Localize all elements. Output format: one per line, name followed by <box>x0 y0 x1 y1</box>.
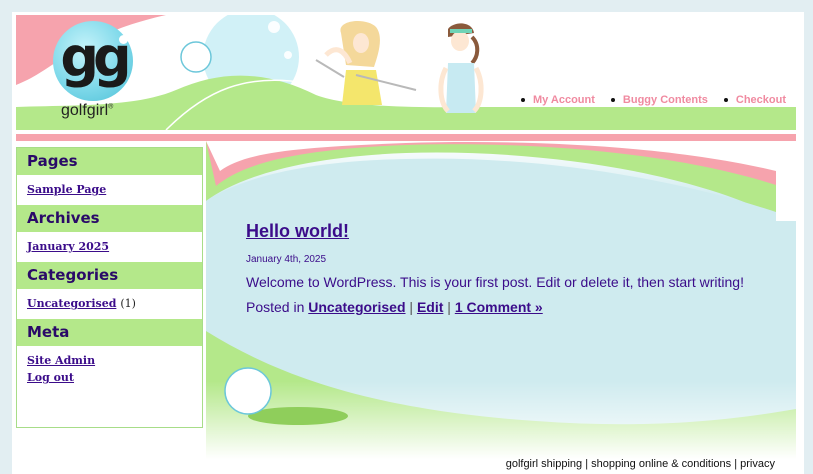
bullet-icon <box>610 98 615 102</box>
logo-wordmark[interactable]: golfgirl® <box>61 102 113 120</box>
meta-separator: | <box>409 299 414 315</box>
logo-wordmark-text: golfgirl <box>61 102 109 119</box>
page: gg golfgirl® My Account Buggy Contents C… <box>12 12 804 474</box>
header-bubble-tiny <box>268 21 280 33</box>
footer-separator: | <box>585 458 589 470</box>
widget-meta: Meta Site Admin Log out <box>17 319 202 393</box>
right-white-column <box>776 141 796 221</box>
widget-body-archives: January 2025 <box>17 232 202 262</box>
widget-body-pages: Sample Page <box>17 175 202 205</box>
log-out-link[interactable]: Log out <box>27 371 192 384</box>
widget-title-pages: Pages <box>17 148 202 175</box>
bullet-icon <box>723 98 728 102</box>
putting-green <box>248 407 348 425</box>
nav-item-checkout: Checkout <box>723 94 786 106</box>
posted-in-label: Posted in <box>246 299 305 315</box>
golfer-illustration-left <box>315 21 417 105</box>
widget-body-categories: Uncategorised (1) <box>17 289 202 319</box>
uncategorised-link[interactable]: Uncategorised <box>27 297 116 310</box>
post-date: January 4th, 2025 <box>246 254 327 265</box>
nav-item-my-account: My Account <box>520 94 595 106</box>
widget-title-categories: Categories <box>17 262 202 289</box>
widget-body-meta: Site Admin Log out <box>17 346 202 393</box>
footer-conditions-link[interactable]: shopping online & conditions <box>591 458 731 470</box>
bullet-icon <box>520 98 525 102</box>
post-body: Welcome to WordPress. This is your first… <box>246 274 744 290</box>
header-bubble-tiny-2 <box>284 51 292 59</box>
post-title[interactable]: Hello world! <box>246 221 766 242</box>
widget-title-meta: Meta <box>17 319 202 346</box>
footer-separator: | <box>734 458 738 470</box>
widget-archives: Archives January 2025 <box>17 205 202 262</box>
sidebar: Pages Sample Page Archives January 2025 … <box>16 147 203 428</box>
category-row: Uncategorised (1) <box>27 297 192 310</box>
header-divider <box>16 134 796 141</box>
post-category-link[interactable]: Uncategorised <box>308 299 405 315</box>
my-account-link[interactable]: My Account <box>533 94 595 106</box>
widget-pages: Pages Sample Page <box>17 148 202 205</box>
comments-link[interactable]: 1 Comment » <box>455 299 543 315</box>
widget-categories: Categories Uncategorised (1) <box>17 262 202 319</box>
golfer-illustration-right <box>438 23 484 113</box>
top-nav: My Account Buggy Contents Checkout <box>520 94 786 106</box>
main-content: Hello world! January 4th, 2025 Welcome t… <box>206 141 796 459</box>
footer-shipping-link[interactable]: golfgirl shipping <box>506 458 582 470</box>
post-meta: Posted in Uncategorised | Edit | 1 Comme… <box>246 299 766 315</box>
buggy-contents-link[interactable]: Buggy Contents <box>623 94 708 106</box>
nav-item-buggy-contents: Buggy Contents <box>610 94 708 106</box>
trademark-symbol: ® <box>108 103 114 111</box>
site-header: gg golfgirl® My Account Buggy Contents C… <box>16 15 796 130</box>
footer-privacy-link[interactable]: privacy <box>740 458 775 470</box>
category-count: (1) <box>120 297 136 310</box>
sample-page-link[interactable]: Sample Page <box>27 183 192 196</box>
footer: golfgirl shipping | shopping online & co… <box>506 458 775 470</box>
site-admin-link[interactable]: Site Admin <box>27 354 192 367</box>
edit-link[interactable]: Edit <box>417 299 443 315</box>
meta-separator: | <box>447 299 451 315</box>
logo-dot <box>119 35 128 44</box>
archive-january-2025-link[interactable]: January 2025 <box>27 240 192 253</box>
golf-ball <box>224 367 272 415</box>
header-bubble-small <box>180 41 212 73</box>
widget-title-archives: Archives <box>17 205 202 232</box>
post: Hello world! January 4th, 2025 Welcome t… <box>246 221 766 315</box>
checkout-link[interactable]: Checkout <box>736 94 786 106</box>
